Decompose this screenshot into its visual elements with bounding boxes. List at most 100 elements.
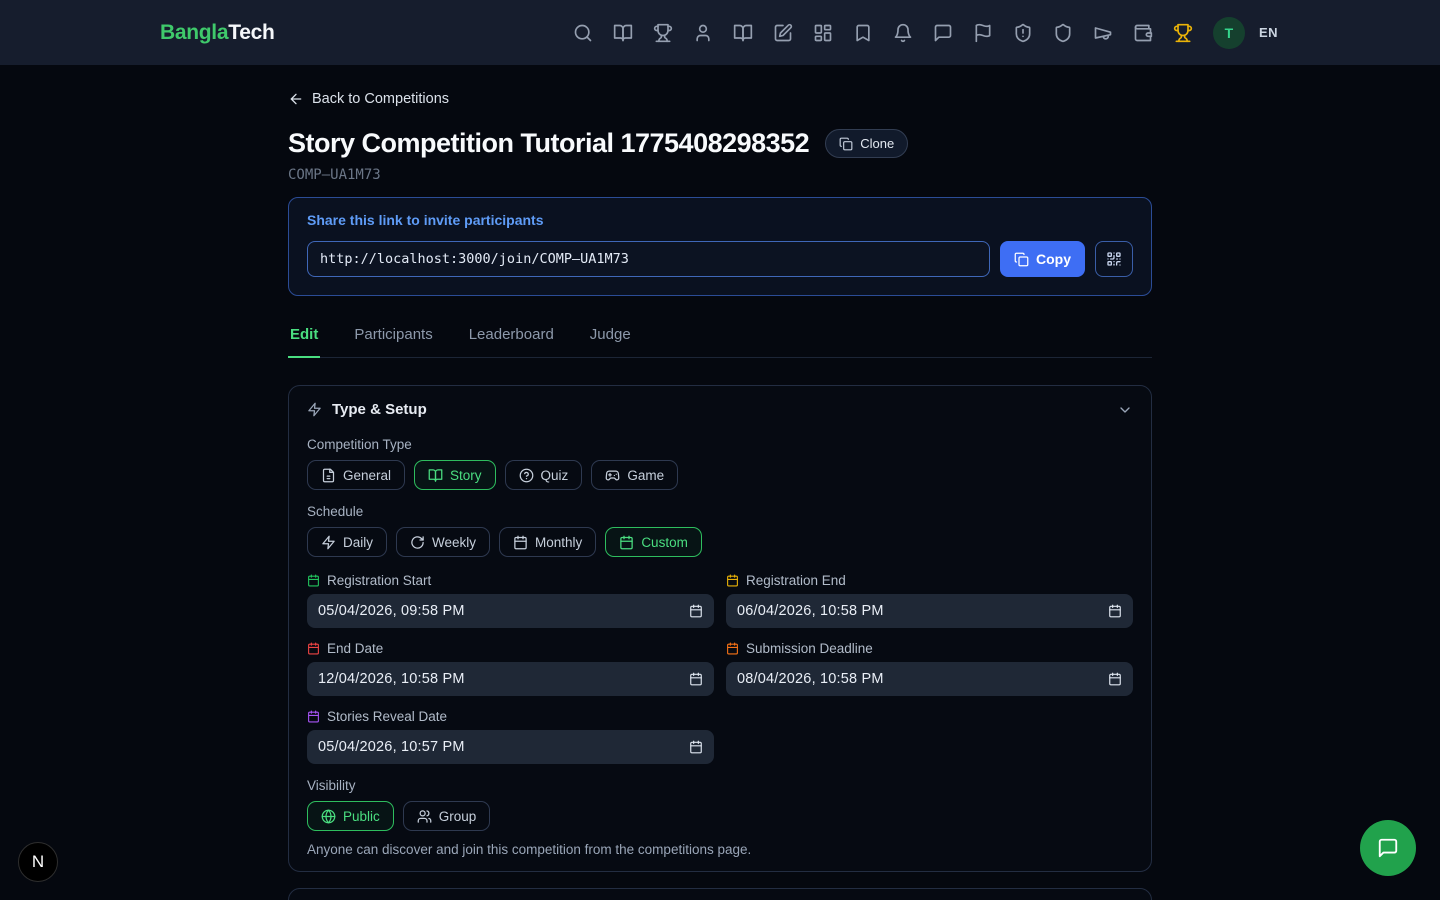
header-nav: T EN xyxy=(569,17,1280,49)
brand-logo[interactable]: BanglaTech xyxy=(160,21,274,45)
tab-participants[interactable]: Participants xyxy=(352,326,434,358)
option-group[interactable]: Group xyxy=(403,801,491,831)
bookmark-icon xyxy=(853,23,873,43)
submission-deadline-input[interactable]: 08/04/2026, 10:58 PM xyxy=(726,662,1133,696)
competition-type-options: General Story Quiz Game xyxy=(307,460,1133,490)
nav-wallet-button[interactable] xyxy=(1129,19,1157,47)
bell-icon xyxy=(893,23,913,43)
message-square-icon xyxy=(1377,837,1399,859)
qr-code-button[interactable] xyxy=(1095,241,1133,277)
stories-reveal-date-label: Stories Reveal Date xyxy=(307,709,714,724)
calendar-picker-icon[interactable] xyxy=(1108,672,1122,686)
title-row: Story Competition Tutorial 1775408298352… xyxy=(288,128,1152,159)
back-to-competitions-link[interactable]: Back to Competitions xyxy=(288,91,449,107)
calendar-picker-icon[interactable] xyxy=(689,740,703,754)
trophy-gold-icon xyxy=(1173,23,1193,43)
option-general[interactable]: General xyxy=(307,460,405,490)
visibility-options: Public Group xyxy=(307,801,1133,831)
registration-start-input[interactable]: 05/04/2026, 09:58 PM xyxy=(307,594,714,628)
gamepad-icon xyxy=(605,468,620,483)
nav-bookmark-button[interactable] xyxy=(849,19,877,47)
calendar-icon xyxy=(307,710,320,723)
calendar-picker-icon[interactable] xyxy=(1108,604,1122,618)
copy-link-button[interactable]: Copy xyxy=(1000,241,1085,277)
calendar-picker-icon[interactable] xyxy=(689,604,703,618)
nav-flag-button[interactable] xyxy=(969,19,997,47)
users-icon xyxy=(417,809,432,824)
app-header: BanglaTech T EN xyxy=(0,0,1440,65)
share-row: Copy xyxy=(307,241,1133,277)
option-quiz[interactable]: Quiz xyxy=(505,460,583,490)
zap-icon xyxy=(321,535,336,550)
tab-leaderboard[interactable]: Leaderboard xyxy=(467,326,556,358)
nav-book-open-button[interactable] xyxy=(609,19,637,47)
registration-end-label: Registration End xyxy=(726,573,1133,588)
option-monthly[interactable]: Monthly xyxy=(499,527,596,557)
book-open-icon xyxy=(613,23,633,43)
share-label: Share this link to invite participants xyxy=(307,212,1133,228)
share-link-card: Share this link to invite participants C… xyxy=(288,197,1152,296)
nav-shield-button[interactable] xyxy=(1049,19,1077,47)
type-setup-header[interactable]: Type & Setup xyxy=(289,386,1151,433)
book-open-2-icon xyxy=(733,23,753,43)
file-text-icon xyxy=(321,468,336,483)
share-link-input[interactable] xyxy=(307,241,990,277)
globe-icon xyxy=(321,809,336,824)
nav-user-button[interactable] xyxy=(689,19,717,47)
stories-reveal-date-input[interactable]: 05/04/2026, 10:57 PM xyxy=(307,730,714,764)
clone-button-label: Clone xyxy=(860,136,894,151)
qr-code-icon xyxy=(1106,251,1122,267)
shield-alert-icon xyxy=(1013,23,1033,43)
option-custom[interactable]: Custom xyxy=(605,527,702,557)
nav-bell-button[interactable] xyxy=(889,19,917,47)
calendar-icon xyxy=(307,642,320,655)
field-stories-reveal-date: Stories Reveal Date 05/04/2026, 10:57 PM xyxy=(307,709,714,764)
nav-megaphone-button[interactable] xyxy=(1089,19,1117,47)
end-date-input[interactable]: 12/04/2026, 10:58 PM xyxy=(307,662,714,696)
option-daily[interactable]: Daily xyxy=(307,527,387,557)
dev-indicator-badge[interactable]: N xyxy=(18,842,58,882)
calendar-icon xyxy=(726,574,739,587)
nav-trophy-gold-button[interactable] xyxy=(1169,19,1197,47)
competition-code: COMP–UA1M73 xyxy=(288,167,1152,183)
nav-chat-button[interactable] xyxy=(929,19,957,47)
chat-icon xyxy=(933,23,953,43)
user-avatar[interactable]: T xyxy=(1213,17,1245,49)
megaphone-icon xyxy=(1093,23,1113,43)
calendar-picker-icon[interactable] xyxy=(689,672,703,686)
section-title: Type & Setup xyxy=(332,401,427,418)
copy-icon xyxy=(839,137,853,151)
language-toggle[interactable]: EN xyxy=(1257,21,1280,44)
calendar-icon xyxy=(307,574,320,587)
search-icon xyxy=(573,23,593,43)
option-weekly[interactable]: Weekly xyxy=(396,527,490,557)
option-game[interactable]: Game xyxy=(591,460,678,490)
nav-edit-button[interactable] xyxy=(769,19,797,47)
nav-shield-alert-button[interactable] xyxy=(1009,19,1037,47)
arrow-left-icon xyxy=(288,91,304,107)
nav-search-button[interactable] xyxy=(569,19,597,47)
option-story[interactable]: Story xyxy=(414,460,496,490)
nav-dashboard-button[interactable] xyxy=(809,19,837,47)
copy-button-label: Copy xyxy=(1036,251,1071,267)
back-link-label: Back to Competitions xyxy=(312,91,449,107)
visibility-label: Visibility xyxy=(307,778,1133,793)
nav-trophy-button[interactable] xyxy=(649,19,677,47)
clone-button[interactable]: Clone xyxy=(825,129,908,158)
nav-book-open-2-button[interactable] xyxy=(729,19,757,47)
book-open-icon xyxy=(428,468,443,483)
chat-fab-button[interactable] xyxy=(1360,820,1416,876)
chevron-down-icon[interactable] xyxy=(1117,402,1133,418)
field-registration-start: Registration Start 05/04/2026, 09:58 PM xyxy=(307,573,714,628)
field-submission-deadline: Submission Deadline 08/04/2026, 10:58 PM xyxy=(726,641,1133,696)
tab-edit[interactable]: Edit xyxy=(288,326,320,358)
tab-judge[interactable]: Judge xyxy=(588,326,633,358)
field-registration-end: Registration End 06/04/2026, 10:58 PM xyxy=(726,573,1133,628)
zap-icon xyxy=(307,402,322,417)
registration-start-label: Registration Start xyxy=(307,573,714,588)
help-circle-icon xyxy=(519,468,534,483)
option-public[interactable]: Public xyxy=(307,801,394,831)
competition-type-label: Competition Type xyxy=(307,437,1133,452)
submission-deadline-label: Submission Deadline xyxy=(726,641,1133,656)
registration-end-input[interactable]: 06/04/2026, 10:58 PM xyxy=(726,594,1133,628)
